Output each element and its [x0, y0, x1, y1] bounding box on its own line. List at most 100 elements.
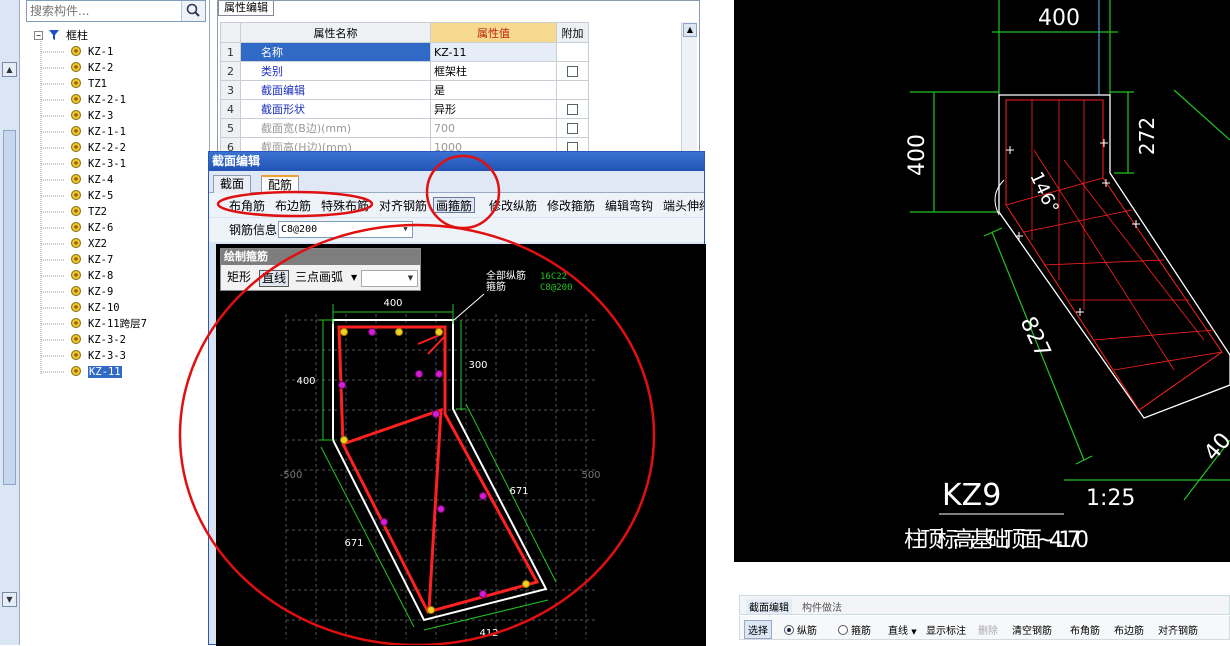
edge-rebar-dot[interactable] [432, 410, 440, 418]
property-name: 截面编辑 [240, 80, 431, 100]
column-component-icon [70, 253, 82, 265]
tab-section-edit[interactable]: 截面编辑 [746, 599, 792, 614]
tab-component-method[interactable]: 构件做法 [802, 599, 842, 614]
property-row[interactable]: 4 截面形状 异形 [220, 99, 589, 119]
tree-item[interactable]: KZ-4 [70, 172, 113, 188]
cad-drawing: 400 400 272 827 146° 40 KZ9 1:25 柱顶标高:基础… [734, 0, 1230, 562]
tree-item[interactable]: KZ-11跨层7 [70, 316, 147, 332]
tree-item[interactable]: KZ-3-3 [70, 348, 126, 364]
edge-rebar-dot[interactable] [479, 590, 487, 598]
scroll-up-icon[interactable]: ▲ [2, 62, 17, 77]
tree-item[interactable]: KZ-2 [70, 60, 113, 76]
search-icon[interactable] [181, 1, 205, 21]
edit-hook-button[interactable]: 编辑弯钩 [605, 198, 653, 214]
property-row[interactable]: 2 类别 框架柱 [220, 61, 589, 81]
line-dropdown[interactable]: 直线 ▼ [888, 622, 917, 637]
collapse-icon[interactable]: − [34, 31, 43, 40]
delete-button[interactable]: 删除 [978, 622, 998, 637]
edge-rebar-dot[interactable] [338, 381, 346, 389]
corner-rebar-button[interactable]: 布角筋 [1070, 622, 1100, 637]
cad-angle: 146° [1025, 169, 1062, 217]
tree-item[interactable]: KZ-2-1 [70, 92, 126, 108]
tree-item[interactable]: KZ-3-2 [70, 332, 126, 348]
section-canvas[interactable]: 400 400 300 671 671 412 -500 500 全部纵筋 16… [216, 244, 706, 646]
align-rebar-button[interactable]: 对齐钢筋 [1158, 622, 1198, 637]
left-scrollbar[interactable]: ▲ ▼ [0, 0, 20, 645]
tree-item[interactable]: TZ1 [70, 76, 107, 92]
modify-stirrup-button[interactable]: 修改箍筋 [547, 198, 595, 214]
tree-item[interactable]: XZ2 [70, 236, 107, 252]
corner-rebar-dot[interactable] [435, 328, 443, 336]
tree-item[interactable]: KZ-9 [70, 284, 113, 300]
property-row[interactable]: 3 截面编辑是 [220, 80, 589, 100]
tree-item-label: KZ-2 [88, 62, 114, 74]
select-button[interactable]: 选择 [744, 620, 772, 639]
corner-rebar-dot[interactable] [340, 436, 348, 444]
tab-section[interactable]: 截面 [213, 175, 252, 193]
corner-rebar-dot[interactable] [395, 328, 403, 336]
scroll-up-icon[interactable]: ▲ [683, 23, 697, 37]
tree-item[interactable]: KZ-7 [70, 252, 113, 268]
stirrup-radio[interactable]: 箍筋 [838, 622, 871, 637]
property-value[interactable]: KZ-11 [430, 42, 557, 62]
edge-rebar-dot[interactable] [368, 328, 376, 336]
tree-item[interactable]: KZ-6 [70, 220, 113, 236]
align-rebar-button[interactable]: 对齐钢筋 [379, 198, 427, 214]
property-value[interactable]: 框架柱 [430, 61, 557, 81]
corner-rebar-dot[interactable] [427, 606, 435, 614]
rebar-info-select[interactable]: C8@200 ▼ [278, 221, 413, 238]
tree-item[interactable]: KZ-10 [70, 300, 120, 316]
property-value[interactable]: 700 [430, 118, 557, 138]
property-panel: 属性编辑 属性名称 属性值 附加 1 名称 KZ-11 2 类别 框架柱 3 截面编辑是 4 截面… [217, 0, 700, 160]
chevron-down-icon[interactable]: ▼ [351, 270, 357, 287]
scroll-down-icon[interactable]: ▼ [2, 592, 17, 607]
property-value[interactable]: 异形 [430, 99, 557, 119]
edge-rebar-dot[interactable] [415, 370, 423, 378]
edge-rebar-dot[interactable] [435, 370, 443, 378]
corner-rebar-dot[interactable] [522, 580, 530, 588]
property-value[interactable]: 是 [430, 80, 557, 100]
special-rebar-button[interactable]: 特殊布筋 [321, 198, 369, 214]
tree-root[interactable]: − 框柱 [34, 28, 88, 44]
tree-item-label: KZ-1 [88, 46, 114, 58]
chevron-down-icon[interactable]: ▼ [400, 223, 411, 236]
tree-item[interactable]: KZ-1 [70, 44, 113, 60]
corner-rebar-dot[interactable] [340, 328, 348, 336]
long-rebar-radio[interactable]: 纵筋 [784, 622, 817, 637]
modify-long-rebar-button[interactable]: 修改纵筋 [489, 198, 537, 214]
tree-item[interactable]: KZ-3-1 [70, 156, 126, 172]
draw-stirrup-button[interactable]: 画箍筋 [433, 197, 476, 213]
corner-rebar-button[interactable]: 布角筋 [229, 198, 265, 214]
end-extend-button[interactable]: 端头伸缩 [663, 198, 704, 214]
tab-rebar[interactable]: 配筋 [261, 175, 300, 193]
tree-item[interactable]: KZ-8 [70, 268, 113, 284]
search-input[interactable] [27, 1, 177, 21]
property-scrollbar[interactable]: ▲ [681, 22, 697, 160]
rect-button[interactable]: 矩形 [227, 270, 251, 287]
edge-rebar-dot[interactable] [479, 492, 487, 500]
tree-item[interactable]: KZ-1-1 [70, 124, 126, 140]
checkbox[interactable] [567, 104, 578, 115]
edge-rebar-button[interactable]: 布边筋 [275, 198, 311, 214]
show-dim-button[interactable]: 显示标注 [926, 622, 966, 637]
tree-item[interactable]: KZ-3 [70, 108, 113, 124]
tree-item[interactable]: TZ2 [70, 204, 107, 220]
clear-rebar-button[interactable]: 清空钢筋 [1012, 622, 1052, 637]
chevron-down-icon[interactable]: ▼ [405, 272, 416, 285]
tree-item-label: KZ-11跨层7 [88, 318, 147, 330]
tree-item[interactable]: KZ-2-2 [70, 140, 126, 156]
stirrup-option-select[interactable]: ▼ [361, 270, 418, 287]
property-row[interactable]: 5 截面宽(B边)(mm) 700 [220, 118, 589, 138]
scroll-thumb[interactable] [3, 130, 16, 485]
tree-item[interactable]: KZ-5 [70, 188, 113, 204]
tab-property-edit[interactable]: 属性编辑 [218, 1, 274, 16]
checkbox[interactable] [567, 66, 578, 77]
property-row[interactable]: 1 名称 KZ-11 [220, 42, 589, 62]
tree-item[interactable]: KZ-11 [70, 364, 122, 380]
arc-button[interactable]: 三点画弧 [295, 270, 343, 287]
checkbox[interactable] [567, 123, 578, 134]
edge-rebar-dot[interactable] [437, 505, 445, 513]
edge-rebar-button[interactable]: 布边筋 [1114, 622, 1144, 637]
edge-rebar-dot[interactable] [380, 518, 388, 526]
line-button[interactable]: 直线 [259, 270, 290, 287]
